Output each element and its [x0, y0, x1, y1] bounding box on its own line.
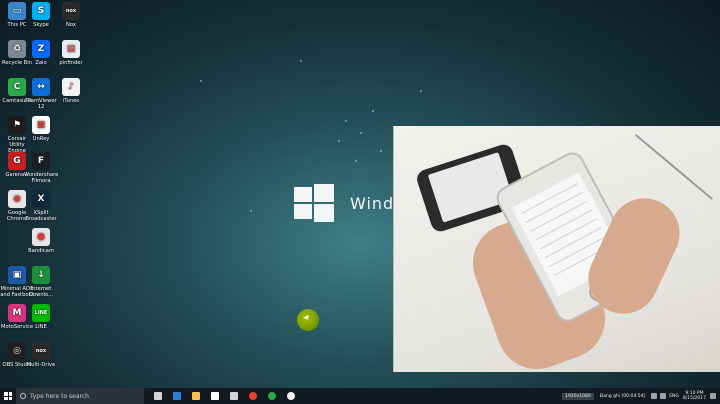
- app-icon: ♪: [62, 78, 80, 96]
- desktop-icon-label: XSplit Broadcaster: [25, 210, 57, 222]
- desktop-icon[interactable]: LINE LINE: [24, 304, 58, 330]
- desktop-icon[interactable]: S Skype: [24, 2, 58, 28]
- taskbar-itunes-button[interactable]: [281, 388, 300, 404]
- taskbar-file-explorer-button[interactable]: [186, 388, 205, 404]
- desktop-icon[interactable]: F Wondershare Filmora: [24, 152, 58, 184]
- app-icon: ↓: [32, 266, 50, 284]
- language-indicator[interactable]: ENG: [669, 394, 679, 399]
- start-button[interactable]: [0, 388, 16, 404]
- app-icon: S: [32, 2, 50, 20]
- app-icon: nox: [62, 2, 80, 20]
- desktop-icon-label: LINE: [35, 324, 47, 330]
- search-placeholder: Type here to search: [30, 392, 89, 400]
- network-icon[interactable]: [651, 393, 658, 399]
- taskbar-chrome-button[interactable]: [243, 388, 262, 404]
- taskbar-mail-button[interactable]: [224, 388, 243, 404]
- windows-logo-icon: [294, 184, 334, 222]
- system-tray: 1920x1080 Đang ghi [00:04:54] ENG 9:10 P…: [562, 388, 720, 404]
- desktop-icon-label: Internet Downlo...: [28, 286, 54, 298]
- desktop-icon[interactable]: Z Zalo: [24, 40, 58, 66]
- webcam-overlay: [393, 126, 720, 372]
- camtasia-icon: [267, 392, 276, 400]
- app-icon: ↔: [32, 78, 50, 96]
- desktop-icon-label: Wondershare Filmora: [24, 172, 59, 184]
- desktop-icon[interactable]: ▦ UnRey: [24, 116, 58, 142]
- taskbar-edge-button[interactable]: [167, 388, 186, 404]
- taskbar-task-view-button[interactable]: [148, 388, 167, 404]
- mail-icon: [229, 392, 238, 400]
- app-icon: Z: [32, 40, 50, 58]
- desktop-icon-label: Multi-Drive: [26, 362, 56, 368]
- resolution-badge: 1920x1080: [562, 392, 594, 400]
- app-icon: ▦: [32, 116, 50, 134]
- taskbar-store-button[interactable]: [205, 388, 224, 404]
- app-icon: nox: [32, 342, 50, 360]
- taskbar-camtasia-button[interactable]: [262, 388, 281, 404]
- app-icon: ▤: [62, 40, 80, 58]
- desktop-icon[interactable]: X XSplit Broadcaster: [24, 190, 58, 222]
- store-icon: [210, 392, 219, 400]
- taskbar: Type here to search 1920x1080 Đang ghi […: [0, 388, 720, 404]
- taskbar-app-list: [148, 388, 300, 404]
- windows-start-icon: [4, 392, 12, 400]
- chrome-icon: [248, 392, 257, 400]
- notification-center-icon[interactable]: [710, 393, 716, 399]
- desktop-icon-label: pinfinder: [59, 60, 83, 66]
- desktop-icon-label: Bandicam: [28, 248, 54, 254]
- cursor-highlight: [297, 309, 319, 331]
- desktop-icon[interactable]: ↓ Internet Downlo...: [24, 266, 58, 298]
- recording-status[interactable]: Đang ghi [00:04:54]: [600, 394, 646, 399]
- clock-date: 8/15/2017: [682, 396, 706, 401]
- itunes-icon: [286, 392, 295, 400]
- search-icon: [20, 393, 26, 399]
- task-view-icon: [153, 392, 162, 400]
- desktop-icon[interactable]: ● Bandicam: [24, 228, 58, 254]
- taskbar-clock[interactable]: 9:10 PM 8/15/2017: [683, 391, 706, 401]
- cable-image: [635, 134, 713, 200]
- app-icon: F: [32, 152, 50, 170]
- app-icon: ●: [32, 228, 50, 246]
- desktop-icon[interactable]: nox Nox: [54, 2, 88, 28]
- desktop-icon-label: Zalo: [35, 60, 47, 66]
- desktop-icon-label: TeamViewer 12: [25, 98, 57, 110]
- file-explorer-icon: [191, 392, 200, 400]
- edge-icon: [172, 392, 181, 400]
- desktop-icon-label: Skype: [33, 22, 49, 28]
- volume-icon[interactable]: [660, 393, 667, 399]
- desktop-icon-label: UnRey: [32, 136, 50, 142]
- app-icon: X: [32, 190, 50, 208]
- app-icon: LINE: [32, 304, 50, 322]
- desktop-icon-label: iTunes: [62, 98, 80, 104]
- desktop-icon[interactable]: ↔ TeamViewer 12: [24, 78, 58, 110]
- desktop-icon[interactable]: ▤ pinfinder: [54, 40, 88, 66]
- desktop-icon-label: Nox: [66, 22, 76, 28]
- taskbar-search-box[interactable]: Type here to search: [16, 388, 144, 404]
- desktop-icon[interactable]: ♪ iTunes: [54, 78, 88, 104]
- desktop-icon[interactable]: nox Multi-Drive: [24, 342, 58, 368]
